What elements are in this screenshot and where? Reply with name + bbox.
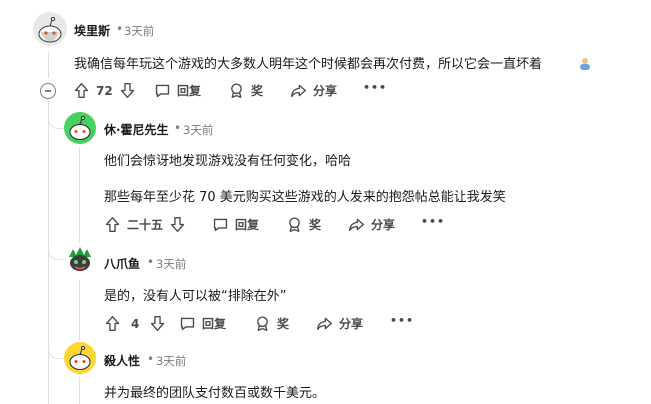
snoo-icon — [69, 346, 91, 370]
award-button[interactable]: 奖 — [286, 216, 321, 233]
award-label: 奖 — [277, 317, 290, 331]
comment-author[interactable]: 八爪鱼 — [104, 255, 140, 272]
share-button[interactable]: 分享 — [290, 82, 337, 99]
share-icon — [290, 82, 307, 99]
comment-body: 那些每年至少花 70 美元购买这些游戏的人发来的抱怨帖总能让我发笑 — [104, 190, 506, 205]
reply-label: 回复 — [235, 218, 260, 232]
downvote-icon[interactable] — [169, 216, 186, 233]
downvote-icon[interactable] — [119, 82, 136, 99]
award-label: 奖 — [251, 84, 264, 98]
more-options-button[interactable]: ••• — [363, 81, 387, 94]
comment-author[interactable]: 休·霍尼先生 — [104, 121, 169, 138]
share-label: 分享 — [313, 84, 338, 98]
meta-separator: • — [147, 255, 155, 269]
thread-line[interactable] — [79, 280, 80, 340]
reply-label: 回复 — [177, 84, 202, 98]
yellow-snoo-avatar[interactable] — [64, 342, 96, 374]
comment-author[interactable]: 殺人性 — [104, 352, 140, 369]
comment-body: 我确信每年玩这个游戏的大多数人明年这个时候都会再次付费，所以它会一直坏着 — [74, 57, 543, 72]
thread-line[interactable] — [79, 377, 80, 404]
share-label: 分享 — [371, 218, 396, 232]
award-label: 奖 — [309, 218, 322, 232]
upvote-icon[interactable] — [104, 315, 121, 332]
snoo-icon — [69, 247, 91, 271]
snoo-icon — [69, 116, 91, 140]
downvote-icon[interactable] — [149, 315, 166, 332]
award-button[interactable]: 奖 — [228, 82, 263, 99]
vote-controls: 二十五 — [104, 216, 186, 233]
reddit-snoo-avatar[interactable] — [33, 12, 67, 46]
minus-icon — [45, 90, 51, 92]
award-button[interactable]: 奖 — [254, 315, 289, 332]
snoo-icon — [38, 16, 62, 43]
meta-separator: • — [116, 22, 124, 36]
award-icon — [254, 315, 271, 332]
share-button[interactable]: 分享 — [348, 216, 395, 233]
award-icon — [228, 82, 245, 99]
comment-body: 是的，没有人可以被“排除在外” — [104, 289, 287, 304]
vote-controls: 72 — [73, 82, 136, 99]
meta-separator: • — [174, 121, 182, 135]
comment-body: 并为最终的团队支付数百或数千美元。 — [104, 386, 326, 401]
reply-icon — [179, 315, 196, 332]
upvote-icon[interactable] — [73, 82, 90, 99]
more-options-button[interactable]: ••• — [390, 314, 414, 327]
share-icon — [316, 315, 333, 332]
person-emoji-icon — [578, 55, 592, 70]
thread-line[interactable] — [48, 52, 49, 78]
vote-count: 二十五 — [127, 218, 164, 232]
comment-timestamp[interactable]: 3天前 — [124, 23, 154, 39]
meta-separator: • — [147, 352, 155, 366]
reply-button[interactable]: 回复 — [212, 216, 259, 233]
more-options-button[interactable]: ••• — [421, 215, 445, 228]
award-icon — [286, 216, 303, 233]
reply-icon — [154, 82, 171, 99]
upvote-icon[interactable] — [104, 216, 121, 233]
reply-icon — [212, 216, 229, 233]
thread-line[interactable] — [79, 147, 80, 257]
comment-body: 他们会惊讶地发现游戏没有任何变化，哈哈 — [104, 154, 352, 169]
green-snoo-avatar[interactable] — [64, 112, 96, 144]
reply-button[interactable]: 回复 — [154, 82, 201, 99]
dark-snoo-avatar[interactable] — [64, 243, 96, 275]
thread-connector — [48, 243, 63, 260]
share-icon — [348, 216, 365, 233]
thread-connector — [48, 112, 63, 129]
share-label: 分享 — [339, 317, 364, 331]
comment-timestamp[interactable]: 3天前 — [156, 353, 186, 369]
comment-timestamp[interactable]: 3天前 — [183, 122, 213, 138]
share-button[interactable]: 分享 — [316, 315, 363, 332]
reply-button[interactable]: 回复 — [179, 315, 226, 332]
comment-timestamp[interactable]: 3天前 — [156, 256, 186, 272]
collapse-thread-button[interactable] — [40, 83, 56, 99]
vote-controls: 4 — [104, 315, 166, 332]
thread-connector — [48, 342, 63, 359]
reply-label: 回复 — [202, 317, 227, 331]
comment-author[interactable]: 埃里斯 — [74, 22, 110, 39]
vote-count: 4 — [131, 316, 140, 331]
vote-count: 72 — [96, 83, 113, 98]
